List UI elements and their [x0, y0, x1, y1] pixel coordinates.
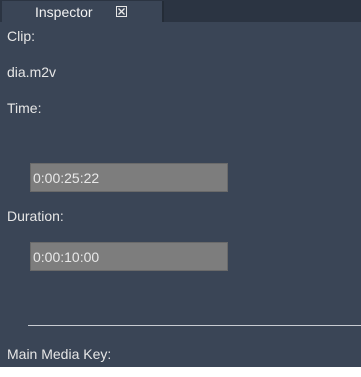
time-label: Time: — [7, 100, 42, 116]
duration-label: Duration: — [7, 208, 64, 224]
tab-inspector-label: Inspector — [35, 4, 93, 20]
time-field[interactable]: 0:00:25:22 — [30, 163, 228, 192]
duration-field[interactable]: 0:00:10:00 — [30, 242, 228, 271]
main-media-key-label: Main Media Key: — [7, 346, 112, 362]
divider — [28, 325, 361, 326]
tab-inspector[interactable]: Inspector — [2, 1, 164, 22]
duration-value: 0:00:10:00 — [33, 249, 100, 265]
time-value: 0:00:25:22 — [33, 170, 100, 186]
tab-bar: Inspector — [0, 0, 361, 22]
inspector-panel: Inspector Clip: dia.m2v Time: 0:00:25:22… — [0, 0, 361, 367]
close-icon[interactable] — [116, 6, 127, 17]
clip-label: Clip: — [7, 28, 36, 44]
clip-name: dia.m2v — [7, 64, 57, 80]
